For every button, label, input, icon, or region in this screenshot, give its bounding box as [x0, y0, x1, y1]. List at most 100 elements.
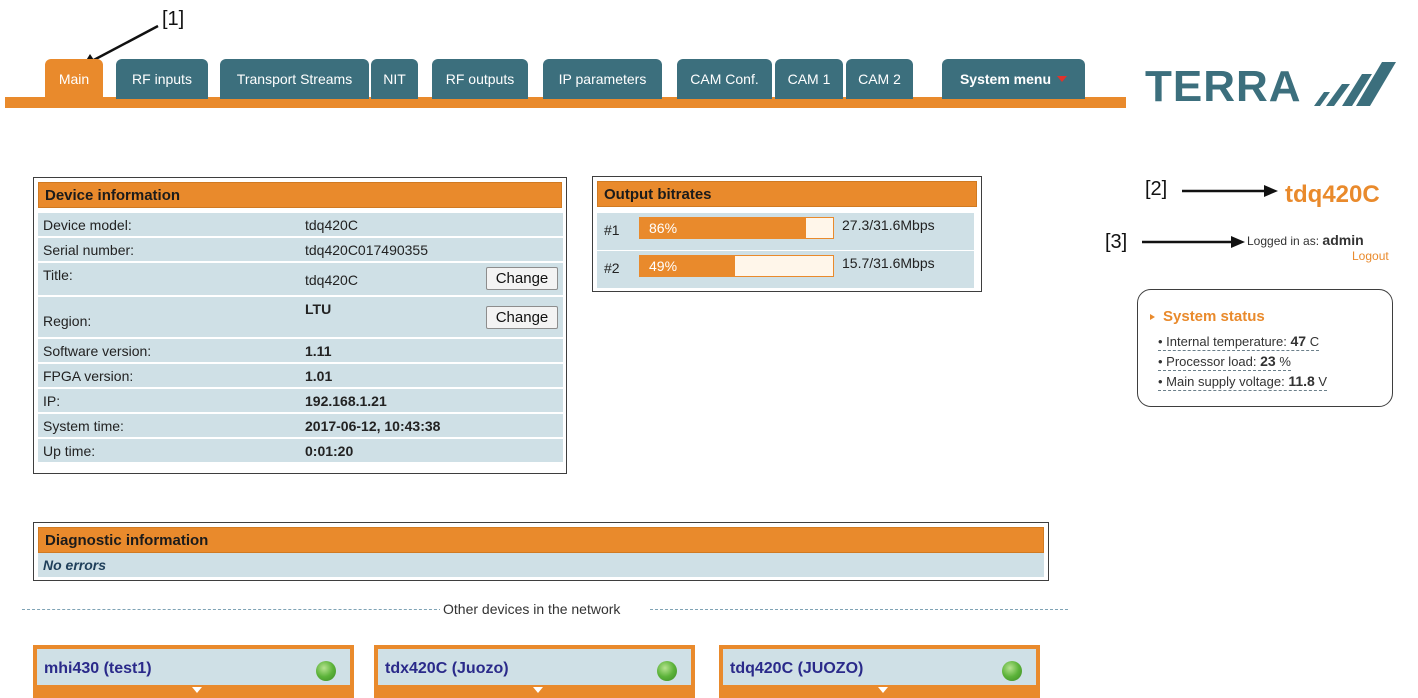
tab-rf-inputs[interactable]: RF inputs	[116, 59, 208, 99]
info-value: tdq420C017490355	[305, 242, 429, 258]
tab-cam-1[interactable]: CAM 1	[775, 59, 843, 99]
system-menu-button[interactable]: System menu	[942, 59, 1085, 99]
output-bitrates-panel: Output bitrates #1 86% 27.3/31.6Mbps #2 …	[592, 176, 982, 292]
info-value: 0:01:20	[305, 443, 354, 459]
dropdown-arrow-icon	[1057, 76, 1068, 82]
status-label: Internal temperature:	[1166, 334, 1287, 349]
bitrate-percent: 86%	[649, 220, 678, 236]
info-value: 192.168.1.21	[305, 393, 387, 409]
logo-text: TERRA	[1145, 62, 1302, 111]
tab-rf-outputs[interactable]: RF outputs	[432, 59, 528, 99]
info-row-system-time: System time: 2017-06-12, 10:43:38	[38, 414, 563, 437]
tab-nit[interactable]: NIT	[371, 59, 418, 99]
device-info-title: Device information	[38, 182, 562, 208]
device-info-panel: Device information Device model: tdq420C…	[33, 177, 567, 474]
info-value: 1.01	[305, 368, 333, 384]
network-device-card[interactable]: mhi430 (test1)	[33, 645, 354, 698]
expand-caret-icon[interactable]	[533, 687, 543, 693]
expand-caret-icon[interactable]	[192, 687, 202, 693]
annotation-3-arrow	[1142, 236, 1245, 248]
info-label: FPGA version:	[43, 368, 134, 384]
device-name-title: tdq420C	[1285, 181, 1380, 208]
tab-transport-streams[interactable]: Transport Streams	[220, 59, 369, 99]
status-led-icon	[316, 661, 336, 681]
bitrate-row-1: #1 86% 27.3/31.6Mbps	[597, 213, 974, 250]
bitrate-value: 27.3/31.6Mbps	[842, 217, 935, 233]
network-device-name: tdx420C (Juozo)	[385, 660, 509, 677]
status-led-icon	[657, 661, 677, 681]
system-status-box: System status • Internal temperature: 47…	[1137, 289, 1393, 407]
annotation-3: [3]	[1105, 231, 1128, 253]
tab-label: RF inputs	[132, 71, 192, 87]
status-label: Main supply voltage:	[1166, 374, 1285, 389]
info-row-device-model: Device model: tdq420C	[38, 213, 563, 236]
network-device-name: tdq420C (JUOZO)	[730, 660, 864, 677]
output-bitrates-title: Output bitrates	[597, 181, 977, 207]
info-label: Title:	[43, 267, 73, 283]
network-separator-line-left	[22, 609, 442, 610]
diagnostic-title: Diagnostic information	[38, 527, 1044, 553]
tab-label: IP parameters	[558, 71, 647, 87]
diagnostic-message: No errors	[38, 553, 1044, 577]
bitrate-row-2: #2 49% 15.7/31.6Mbps	[597, 251, 974, 288]
info-label: System time:	[43, 418, 124, 434]
change-region-button[interactable]: Change	[486, 306, 558, 329]
status-supply-voltage: • Main supply voltage: 11.8 V	[1158, 373, 1328, 391]
diagnostic-panel: Diagnostic information No errors	[33, 522, 1049, 581]
tab-label: CAM 2	[858, 71, 901, 87]
login-prefix: Logged in as:	[1247, 234, 1320, 248]
terra-logo: TERRA	[1145, 62, 1302, 112]
info-value: tdq420C	[305, 272, 358, 288]
info-value: 2017-06-12, 10:43:38	[305, 418, 441, 434]
expand-caret-icon[interactable]	[878, 687, 888, 693]
logout-link[interactable]: Logout	[1352, 249, 1389, 263]
system-status-title[interactable]: System status	[1150, 308, 1265, 325]
network-device-card[interactable]: tdx420C (Juozo)	[374, 645, 695, 698]
tab-label: RF outputs	[445, 71, 515, 87]
tab-label: NIT	[383, 71, 406, 87]
info-row-ip: IP: 192.168.1.21	[38, 389, 563, 412]
status-unit: C	[1309, 334, 1320, 349]
bitrate-value: 15.7/31.6Mbps	[842, 255, 935, 271]
bitrate-bar: 86%	[639, 217, 834, 239]
info-row-title: Title: tdq420C Change	[38, 263, 563, 295]
info-row-serial-number: Serial number: tdq420C017490355	[38, 238, 563, 261]
status-unit: %	[1279, 354, 1291, 369]
status-value: 23	[1260, 353, 1276, 369]
annotation-2: [2]	[1145, 178, 1168, 200]
info-row-region: Region: LTU Change	[38, 297, 563, 337]
info-value: LTU	[305, 301, 332, 317]
info-row-fpga-version: FPGA version: 1.01	[38, 364, 563, 387]
change-title-button[interactable]: Change	[486, 267, 558, 290]
network-device-name: mhi430 (test1)	[44, 660, 152, 677]
network-separator-label: Other devices in the network	[440, 601, 624, 617]
bitrate-label: #2	[604, 260, 620, 276]
tab-main[interactable]: Main	[45, 59, 103, 99]
tab-label: CAM 1	[787, 71, 831, 87]
status-led-icon	[1002, 661, 1022, 681]
info-row-up-time: Up time: 0:01:20	[38, 439, 563, 462]
status-processor-load: • Processor load: 23 %	[1158, 353, 1291, 371]
tab-label: CAM Conf.	[690, 71, 759, 87]
status-label: Processor load:	[1166, 354, 1257, 369]
tab-label: System menu	[959, 71, 1052, 87]
tab-label: Transport Streams	[236, 71, 353, 87]
info-label: IP:	[43, 393, 61, 409]
bitrate-percent: 49%	[649, 258, 678, 274]
status-temperature: • Internal temperature: 47 C	[1158, 333, 1320, 351]
tab-ip-parameters[interactable]: IP parameters	[543, 59, 662, 99]
info-label: Up time:	[43, 443, 96, 459]
bitrate-bar: 49%	[639, 255, 834, 277]
tab-cam-conf[interactable]: CAM Conf.	[677, 59, 772, 99]
network-separator-line-right	[650, 609, 1068, 610]
network-device-card[interactable]: tdq420C (JUOZO)	[719, 645, 1040, 698]
info-row-software-version: Software version: 1.11	[38, 339, 563, 362]
logo-stripes-icon	[1314, 62, 1396, 106]
info-label: Serial number:	[43, 242, 135, 258]
info-label: Software version:	[43, 343, 152, 359]
info-value: tdq420C	[305, 217, 358, 233]
info-value: 1.11	[305, 343, 332, 359]
tab-cam-2[interactable]: CAM 2	[846, 59, 913, 99]
info-label: Device model:	[43, 217, 132, 233]
system-status-label: System status	[1163, 308, 1265, 325]
